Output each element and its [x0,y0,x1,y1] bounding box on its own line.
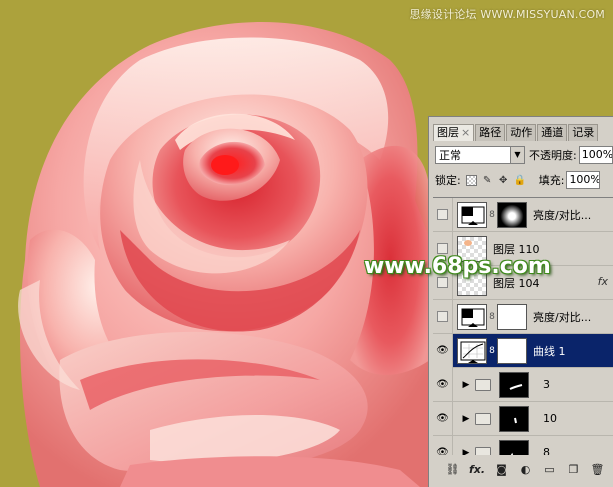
opacity-field[interactable]: 100% [578,146,613,164]
fx-icon[interactable]: fx. [469,463,485,477]
opacity-label: 不透明度: [529,149,577,162]
tab-history[interactable]: 记录 [568,124,599,141]
adjustment-layer-icon[interactable]: ◐ [518,463,533,477]
adjustment-icon [457,201,487,228]
layer-name[interactable]: 亮度/对比... [533,309,591,325]
eye-icon: 👁 [436,379,449,390]
chevron-down-icon[interactable]: ▼ [510,147,524,163]
watermark-top: 思缘设计论坛 WWW.MISSYUAN.COM [409,8,605,21]
layer-name[interactable]: 亮度/对比... [533,207,591,223]
eye-icon: 👁 [436,413,449,424]
layer-mask[interactable] [497,303,527,330]
checkbox-icon [437,243,448,254]
blend-mode-value: 正常 [439,149,461,162]
fx-icon[interactable]: fx [598,275,608,288]
checkbox-icon [437,311,448,322]
layer-group-row[interactable]: 👁 ▶ 3 [433,367,613,402]
expand-triangle-icon[interactable]: ▶ [459,380,473,390]
close-icon[interactable]: × [461,126,470,139]
link-layers-icon[interactable]: ⛓ [445,463,460,477]
layer-group-row[interactable]: 👁 ▶ 8 [433,435,613,456]
lock-row: 锁定: ✎ ✥ 🔒 填充: 100% [435,170,613,190]
folder-icon [475,446,491,455]
layer-mask[interactable] [497,337,527,364]
visibility-toggle[interactable] [433,299,453,334]
add-mask-icon[interactable]: ◙ [494,463,509,477]
layer-mask[interactable] [499,405,529,432]
layer-row[interactable]: 8 亮度/对比... [433,198,613,232]
fill-label: 填充: [538,174,565,187]
chain-link-icon[interactable]: 8 [488,312,496,322]
folder-icon [475,412,491,425]
chain-link-icon[interactable]: 8 [488,346,496,356]
layer-row-selected[interactable]: 👁 8 曲线 1 [433,333,613,368]
blend-row: 正常 ▼ 不透明度: 100% [435,145,613,165]
curves-icon [457,337,487,364]
visibility-toggle[interactable]: 👁 [433,435,453,455]
expand-triangle-icon[interactable]: ▶ [459,414,473,424]
lock-transparency-icon[interactable] [465,174,477,186]
trash-icon[interactable]: 🗑 [590,463,605,477]
panel-tabs: 图层 × 路径 动作 通道 记录 [429,123,613,141]
visibility-toggle[interactable]: 👁 [433,401,453,436]
tab-layers[interactable]: 图层 × [433,124,475,141]
tab-channels[interactable]: 通道 [537,124,568,141]
layer-name[interactable]: 8 [543,446,550,455]
tab-layers-label: 图层 [437,126,459,139]
blend-mode-select[interactable]: 正常 ▼ [435,146,525,164]
tab-actions[interactable]: 动作 [506,124,537,141]
visibility-toggle[interactable]: 👁 [433,333,453,368]
eye-icon: 👁 [436,345,449,356]
layers-panel: 图层 × 路径 动作 通道 记录 正常 ▼ 不透明度: 100% 锁定: ✎ ✥ … [428,116,613,487]
layer-mask[interactable] [499,371,529,398]
fill-field[interactable]: 100% [566,171,601,189]
chain-link-icon[interactable]: 8 [488,210,496,220]
layer-list: 8 亮度/对比... 图层 110 图层 104 fx 8 亮度/对比... 👁… [433,197,613,455]
visibility-toggle[interactable]: 👁 [433,367,453,402]
tab-paths[interactable]: 路径 [475,124,506,141]
new-layer-icon[interactable]: ❐ [566,463,581,477]
lock-icon[interactable]: 🔒 [514,175,526,186]
layer-mask[interactable] [497,201,527,228]
layer-name[interactable]: 3 [543,378,550,391]
panel-bottom-toolbar: ⛓ fx. ◙ ◐ ▭ ❐ 🗑 [433,457,613,483]
move-icon[interactable]: ✥ [498,175,509,186]
new-group-icon[interactable]: ▭ [542,463,557,477]
brush-icon[interactable]: ✎ [482,175,493,186]
layer-name[interactable]: 曲线 1 [533,343,566,359]
visibility-toggle[interactable] [433,198,453,232]
lock-label: 锁定: [435,174,461,187]
adjustment-icon [457,303,487,330]
eye-icon: 👁 [436,447,449,455]
folder-icon [475,378,491,391]
layer-mask[interactable] [499,439,529,455]
layer-group-row[interactable]: 👁 ▶ 10 [433,401,613,436]
layer-row[interactable]: 8 亮度/对比... [433,299,613,334]
checkbox-icon [437,209,448,220]
expand-triangle-icon[interactable]: ▶ [459,448,473,456]
layer-name[interactable]: 10 [543,412,557,425]
watermark-center: www.68ps.com [364,254,551,279]
